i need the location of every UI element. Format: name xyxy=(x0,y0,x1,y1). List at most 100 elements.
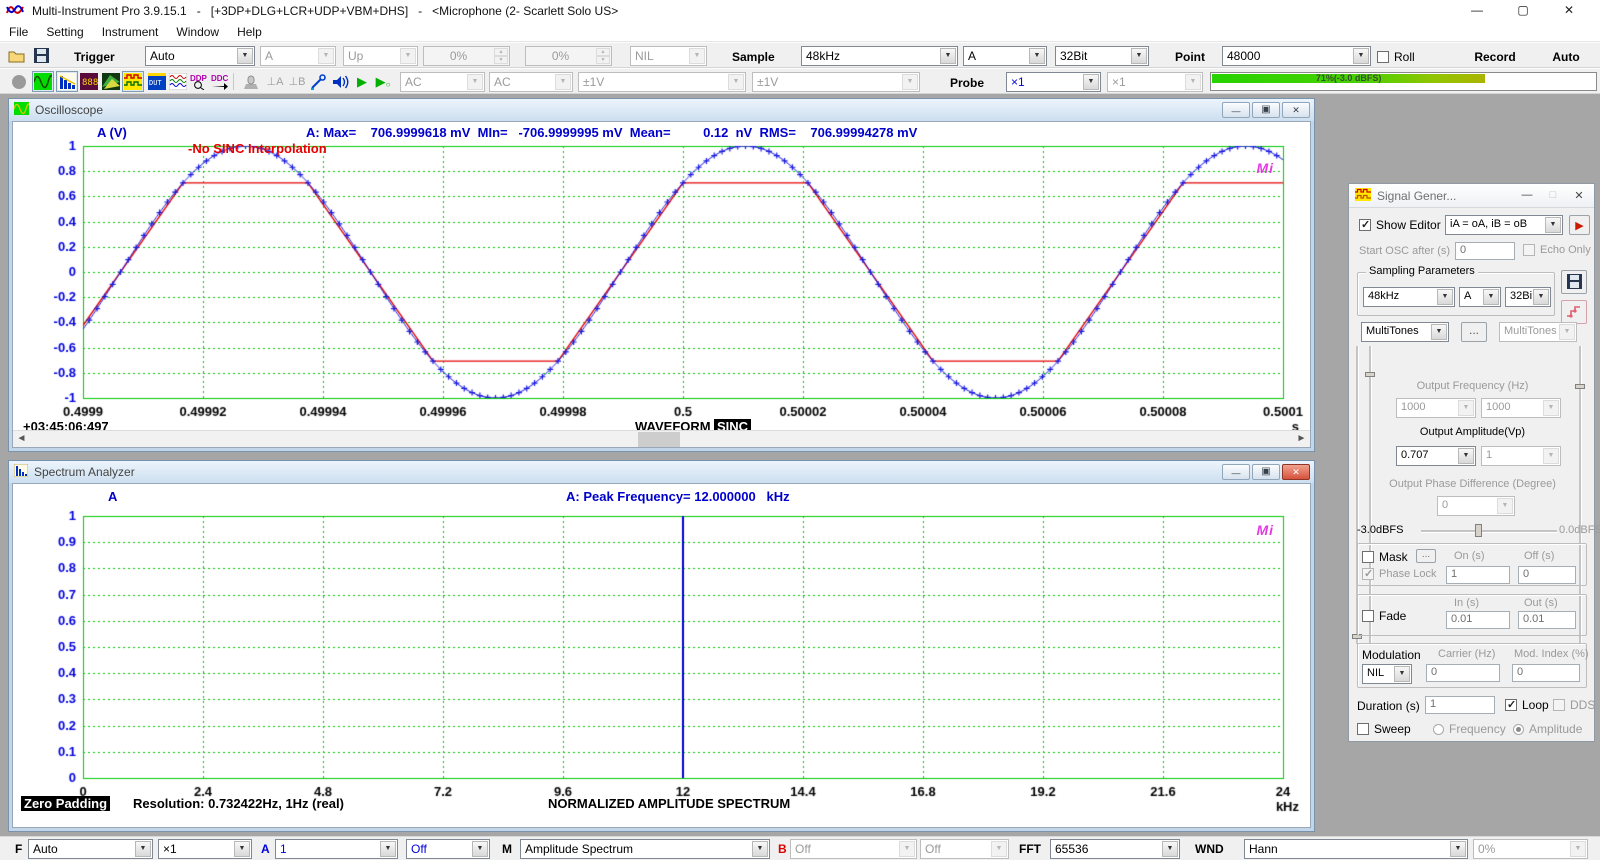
spectrum-3d-plot-button[interactable] xyxy=(100,71,122,92)
mask-on-input[interactable]: 1 xyxy=(1446,566,1510,584)
generator-run-button[interactable] xyxy=(1569,215,1590,235)
chevron-down-icon[interactable] xyxy=(752,841,768,857)
chevron-down-icon[interactable] xyxy=(135,841,151,857)
points-combo[interactable]: 48000 xyxy=(1222,46,1371,66)
save-button[interactable] xyxy=(30,45,52,66)
scroll-left-icon[interactable]: ◄ xyxy=(13,431,30,448)
run-loop-button[interactable]: ▶○ xyxy=(372,71,394,92)
close-icon[interactable] xyxy=(1282,102,1310,118)
minimize-icon[interactable]: — xyxy=(1514,189,1540,202)
zero-padding-badge[interactable]: Zero Padding xyxy=(21,796,110,811)
dbfs-slider[interactable] xyxy=(1421,530,1557,533)
mod-index-input[interactable]: 0 xyxy=(1512,664,1580,682)
stream-editor-button[interactable] xyxy=(1561,300,1587,324)
chevron-down-icon[interactable] xyxy=(234,841,250,857)
modulation-combo[interactable]: NIL xyxy=(1362,664,1412,684)
f-scale-combo[interactable]: Auto xyxy=(28,839,153,859)
open-file-button[interactable] xyxy=(6,45,28,66)
fade-checkbox[interactable]: Fade xyxy=(1362,609,1406,623)
generator-rate-combo[interactable]: 48kHz xyxy=(1363,287,1455,307)
chevron-down-icon[interactable] xyxy=(1131,48,1147,64)
chevron-down-icon[interactable] xyxy=(380,841,396,857)
generator-channel-combo[interactable]: A xyxy=(1459,287,1501,307)
chevron-down-icon[interactable] xyxy=(1083,74,1099,90)
multitones-more-button[interactable]: ... xyxy=(1461,322,1487,342)
chevron-down-icon[interactable] xyxy=(1394,666,1410,682)
routing-combo[interactable]: iA = oA, iB = oB xyxy=(1445,215,1563,235)
menu-setting[interactable]: Setting xyxy=(37,22,92,42)
chevron-down-icon[interactable] xyxy=(1450,841,1466,857)
window-function-combo[interactable]: Hann xyxy=(1244,839,1468,859)
ddp-viewer-button[interactable]: DDP xyxy=(188,71,210,92)
menu-window[interactable]: Window xyxy=(167,22,228,42)
chevron-down-icon[interactable] xyxy=(1458,448,1474,464)
minimize-icon[interactable] xyxy=(1222,102,1250,118)
slider-thumb[interactable] xyxy=(1475,524,1482,537)
oscilloscope-button[interactable] xyxy=(32,71,54,92)
chevron-down-icon[interactable] xyxy=(1483,289,1499,305)
menu-help[interactable]: Help xyxy=(228,22,271,42)
chevron-down-icon[interactable] xyxy=(472,841,488,857)
mask-more-button[interactable]: ... xyxy=(1416,549,1436,563)
roll-checkbox[interactable]: Roll xyxy=(1377,50,1415,64)
record-button[interactable]: Record xyxy=(1455,50,1535,64)
multimeter-button[interactable]: 888 xyxy=(78,71,100,92)
duration-input[interactable]: 1 xyxy=(1425,696,1495,714)
trigger-mode-combo[interactable]: Auto xyxy=(145,46,255,66)
scroll-right-icon[interactable]: ► xyxy=(1293,431,1310,448)
chevron-down-icon[interactable] xyxy=(1353,48,1369,64)
close-icon[interactable] xyxy=(1282,464,1310,480)
fade-in-input[interactable]: 0.01 xyxy=(1446,611,1510,629)
show-editor-checkbox[interactable]: Show Editor xyxy=(1359,218,1441,232)
loop-checkbox[interactable]: Loop xyxy=(1505,698,1549,712)
spectrum-plot[interactable] xyxy=(13,484,1311,814)
run-button[interactable]: ▶ xyxy=(351,71,373,92)
close-icon[interactable]: ✕ xyxy=(1566,189,1592,202)
scrollbar-thumb[interactable] xyxy=(638,432,680,447)
oscilloscope-plot[interactable] xyxy=(13,122,1311,434)
spectrum-analyzer-button[interactable] xyxy=(56,71,78,92)
chevron-down-icon[interactable] xyxy=(1029,48,1045,64)
calibration-probe-button[interactable] xyxy=(307,71,329,92)
slider-thumb[interactable] xyxy=(1365,372,1375,377)
start-osc-input[interactable]: 0 xyxy=(1455,242,1515,260)
sample-bits-combo[interactable]: 32Bit xyxy=(1055,46,1149,66)
a-scale-combo[interactable]: 1 xyxy=(275,839,398,859)
oscilloscope-title-bar[interactable]: Oscilloscope xyxy=(9,99,1314,121)
chevron-down-icon[interactable] xyxy=(1431,324,1447,340)
mask-off-input[interactable]: 0 xyxy=(1518,566,1576,584)
chevron-down-icon[interactable] xyxy=(1545,217,1561,233)
menu-file[interactable]: File xyxy=(0,22,37,42)
chevron-down-icon[interactable] xyxy=(1162,841,1178,857)
mask-checkbox[interactable]: Mask xyxy=(1362,550,1408,564)
minimize-icon[interactable]: — xyxy=(1454,0,1500,22)
generator-title-bar[interactable]: Signal Gener... — □ ✕ xyxy=(1349,184,1594,208)
amplitude-a-combo[interactable]: 0.707 xyxy=(1396,446,1476,466)
carrier-input[interactable]: 0 xyxy=(1426,664,1500,682)
sample-rate-combo[interactable]: 48kHz xyxy=(801,46,958,66)
maximize-icon[interactable]: ▢ xyxy=(1500,0,1546,22)
waveform-a-combo[interactable]: MultiTones xyxy=(1361,322,1449,342)
auto-scale-button[interactable]: Auto xyxy=(1543,50,1589,64)
menu-instrument[interactable]: Instrument xyxy=(93,22,168,42)
speaker-button[interactable] xyxy=(329,71,351,92)
device-under-test-button[interactable]: DUT xyxy=(146,71,168,92)
device-test-plan-button[interactable] xyxy=(167,71,189,92)
analysis-mode-combo[interactable]: Amplitude Spectrum xyxy=(520,839,770,859)
sweep-checkbox[interactable]: Sweep xyxy=(1357,722,1411,736)
fft-size-combo[interactable]: 65536 xyxy=(1050,839,1180,859)
restore-icon[interactable] xyxy=(1252,102,1280,118)
signal-generator-button[interactable] xyxy=(122,71,144,92)
chevron-down-icon[interactable] xyxy=(237,48,253,64)
restore-icon[interactable] xyxy=(1252,464,1280,480)
fade-out-input[interactable]: 0.01 xyxy=(1518,611,1576,629)
save-signal-button[interactable] xyxy=(1561,270,1587,294)
horizontal-scrollbar[interactable]: ◄ ► xyxy=(13,430,1310,447)
generator-bits-combo[interactable]: 32Bit xyxy=(1505,287,1551,307)
probe-a-combo[interactable]: ×1 xyxy=(1006,72,1101,92)
f-multiplier-combo[interactable]: ×1 xyxy=(158,839,252,859)
chevron-down-icon[interactable] xyxy=(940,48,956,64)
ddc-button[interactable]: DDC xyxy=(209,71,231,92)
close-icon[interactable]: ✕ xyxy=(1546,0,1592,22)
chevron-down-icon[interactable] xyxy=(1533,289,1549,305)
